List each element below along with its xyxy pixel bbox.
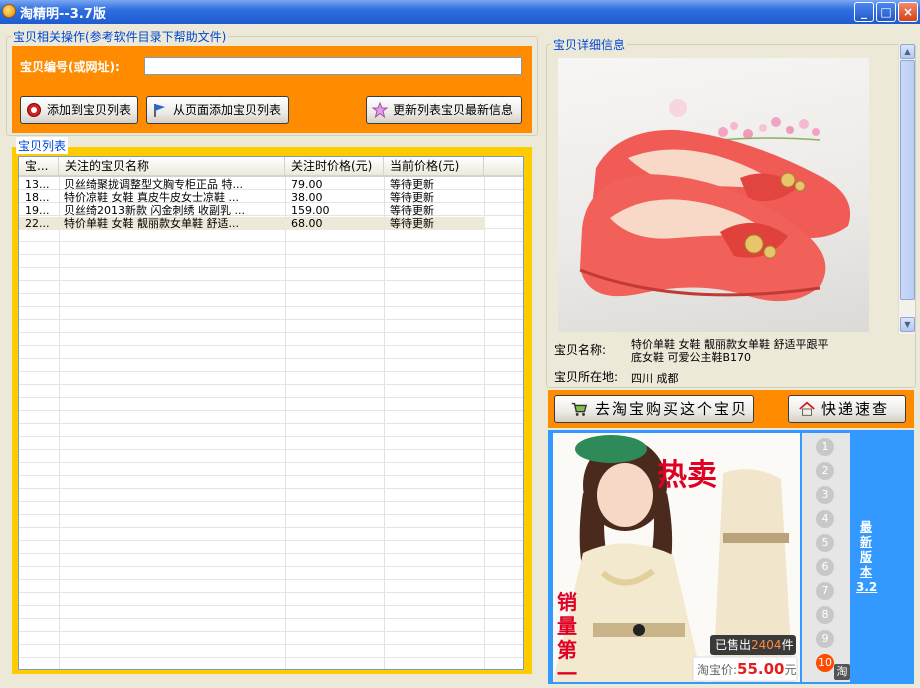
name-label: 宝贝名称: — [554, 343, 607, 357]
row-name: 贝丝绮2013新款 闪金刺绣 收副乳 ... — [64, 204, 245, 217]
column-header-id[interactable]: 宝... — [19, 157, 59, 175]
row-name: 特价凉鞋 女鞋 真皮牛皮女士凉鞋 ... — [64, 191, 239, 204]
best-seller-char: 一 — [557, 662, 577, 682]
product-image — [558, 58, 869, 332]
express-query-label: 快递速查 — [821, 400, 890, 418]
price-label: 淘宝价: — [697, 663, 737, 677]
home-icon — [799, 401, 815, 416]
svg-text:淘宝价:55.00元: 淘宝价:55.00元 — [697, 660, 797, 678]
column-header-current-price[interactable]: 当前价格(元) — [384, 157, 484, 175]
express-query-button[interactable]: 快递速查 — [788, 395, 906, 423]
row-watch-price: 79.00 — [291, 178, 323, 191]
name-value-line2: 底女鞋 可爱公主鞋B170 — [631, 351, 752, 364]
sold-suffix: 件 — [782, 638, 794, 652]
row-current-price: 等待更新 — [390, 191, 434, 204]
price-unit: 元 — [785, 663, 797, 677]
column-divider — [59, 177, 60, 669]
row-name: 特价单鞋 女鞋 靓丽款女单鞋 舒适... — [64, 217, 239, 230]
latest-version-link[interactable]: 最新版本3.2 — [856, 520, 877, 595]
ad-banner-image[interactable]: 热卖 销 量 第 一 已售出2404件 淘宝价:55.00元 — [553, 433, 800, 682]
action-bar: 去淘宝购买这个宝贝 快递速查 — [548, 390, 914, 428]
row-name: 贝丝绮聚拢调整型文胸专柜正品 特... — [64, 178, 243, 191]
cart-icon — [571, 402, 588, 416]
list-item[interactable]: 13... 贝丝绮聚拢调整型文胸专柜正品 特... 79.00 等待更新 — [19, 178, 485, 191]
minimize-button[interactable]: _ — [854, 2, 874, 22]
ad-page-3[interactable]: 3 — [816, 486, 834, 504]
row-id: 19... — [25, 204, 50, 217]
add-to-list-button[interactable]: 添加到宝贝列表 — [20, 96, 138, 124]
row-watch-price: 38.00 — [291, 191, 323, 204]
sold-count: 2404 — [751, 638, 782, 652]
row-watch-price: 159.00 — [291, 204, 330, 217]
list-item-selected[interactable]: 22... 特价单鞋 女鞋 靓丽款女单鞋 舒适... 68.00 等待更新 — [19, 217, 485, 230]
hot-sale-text: 热卖 — [657, 458, 717, 493]
ad-page-6[interactable]: 6 — [816, 558, 834, 576]
flag-icon — [154, 104, 165, 117]
refresh-list-button[interactable]: 更新列表宝贝最新信息 — [366, 96, 522, 124]
close-button[interactable]: × — [898, 2, 918, 22]
location-value: 四川 成都 — [631, 372, 679, 385]
buy-on-taobao-button[interactable]: 去淘宝购买这个宝贝 — [554, 395, 754, 423]
item-id-label: 宝贝编号(或网址): — [20, 60, 120, 74]
ad-page-4[interactable]: 4 — [816, 510, 834, 528]
operations-group-title: 宝贝相关操作(参考软件目录下帮助文件) — [13, 30, 227, 44]
item-id-input[interactable] — [144, 57, 522, 75]
add-to-list-label: 添加到宝贝列表 — [47, 103, 132, 117]
list-item[interactable]: 19... 贝丝绮2013新款 闪金刺绣 收副乳 ... 159.00 等待更新 — [19, 204, 485, 217]
scroll-thumb[interactable] — [900, 60, 915, 300]
ad-page-7[interactable]: 7 — [816, 582, 834, 600]
column-header-name[interactable]: 关注的宝贝名称 — [59, 157, 285, 175]
row-current-price: 等待更新 — [390, 217, 434, 230]
list-header: 宝... 关注的宝贝名称 关注时价格(元) 当前价格(元) — [19, 157, 523, 177]
price-value: 55.00 — [737, 660, 784, 678]
item-list[interactable]: 宝... 关注的宝贝名称 关注时价格(元) 当前价格(元) 13... 贝丝绮聚… — [18, 156, 524, 670]
row-id: 22... — [25, 217, 50, 230]
ad-page-2[interactable]: 2 — [816, 462, 834, 480]
app-icon — [2, 4, 16, 18]
ad-page-1[interactable]: 1 — [816, 438, 834, 456]
window-title: 淘精明--3.7版 — [20, 7, 106, 22]
location-label: 宝贝所在地: — [554, 370, 619, 384]
best-seller-char: 销 — [557, 590, 577, 614]
column-header-watch-price[interactable]: 关注时价格(元) — [285, 157, 384, 175]
name-value-line1: 特价单鞋 女鞋 靓丽款女单鞋 舒适平跟平 — [631, 338, 829, 351]
column-divider — [285, 177, 286, 669]
row-watch-price: 68.00 — [291, 217, 323, 230]
ad-page-10[interactable]: 10 — [816, 654, 834, 672]
column-divider — [384, 177, 385, 669]
details-group-title: 宝贝详细信息 — [553, 38, 626, 52]
taobao-badge: 淘 — [834, 664, 850, 680]
ad-page-5[interactable]: 5 — [816, 534, 834, 552]
add-from-page-button[interactable]: 从页面添加宝贝列表 — [146, 96, 289, 124]
list-grid — [19, 177, 523, 669]
best-seller-char: 第 — [557, 638, 577, 662]
row-id: 13... — [25, 178, 50, 191]
shoe-illustration — [579, 99, 851, 302]
operations-panel: 宝贝编号(或网址): 添加到宝贝列表 从页面添加宝贝列表 更新列表宝贝最新信息 — [12, 46, 532, 133]
list-group-title: 宝贝列表 — [16, 137, 69, 154]
list-item[interactable]: 18... 特价凉鞋 女鞋 真皮牛皮女士凉鞋 ... 38.00 等待更新 — [19, 191, 485, 204]
row-current-price: 等待更新 — [390, 178, 434, 191]
scroll-up-arrow[interactable]: ▲ — [900, 44, 915, 59]
best-seller-char: 量 — [557, 614, 577, 638]
buy-on-taobao-label: 去淘宝购买这个宝贝 — [595, 400, 749, 418]
refresh-list-label: 更新列表宝贝最新信息 — [393, 103, 514, 117]
add-icon — [27, 103, 41, 117]
title-bar: 淘精明--3.7版 _ □ × — [0, 0, 920, 24]
svg-text:已售出2404件: 已售出2404件 — [715, 637, 794, 652]
add-from-page-label: 从页面添加宝贝列表 — [173, 103, 282, 117]
details-scrollbar[interactable]: ▲ ▼ — [898, 44, 915, 334]
ad-page-8[interactable]: 8 — [816, 606, 834, 624]
maximize-button[interactable]: □ — [876, 2, 896, 22]
column-divider — [484, 177, 485, 669]
scroll-down-arrow[interactable]: ▼ — [900, 317, 915, 332]
row-current-price: 等待更新 — [390, 204, 434, 217]
row-id: 18... — [25, 191, 50, 204]
model-illustration: 热卖 销 量 第 一 已售出2404件 淘宝价:55.00元 — [553, 433, 800, 682]
refresh-icon — [372, 102, 388, 118]
ad-page-9[interactable]: 9 — [816, 630, 834, 648]
sold-prefix: 已售出 — [715, 637, 751, 652]
